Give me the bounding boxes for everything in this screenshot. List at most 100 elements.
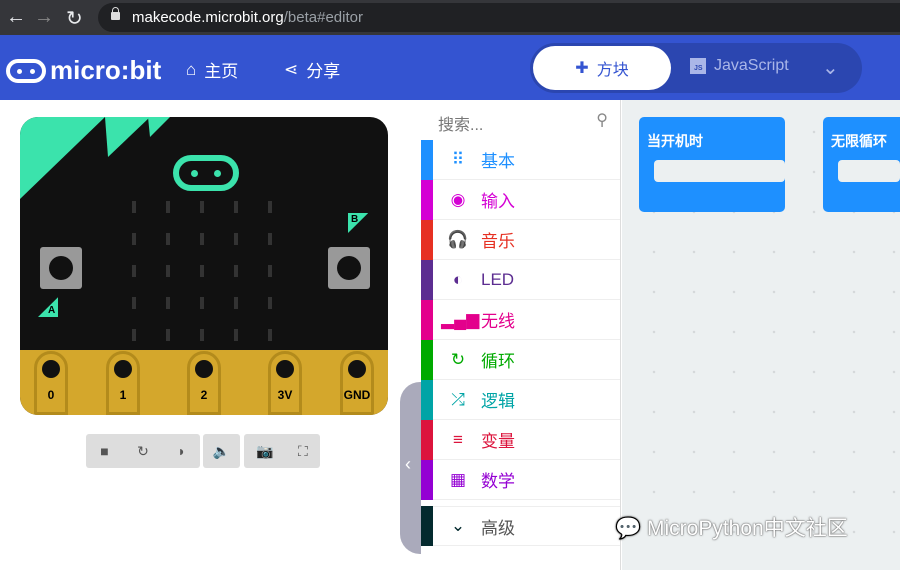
pin-label: 2 xyxy=(200,388,208,402)
category-icon: ▂▄▆ xyxy=(441,309,480,329)
block-notch xyxy=(838,160,900,182)
pin-gnd[interactable]: GND xyxy=(340,351,374,415)
led xyxy=(166,297,170,309)
category-color-bar xyxy=(421,506,433,546)
led-matrix xyxy=(132,201,272,341)
fullscreen-icon[interactable]: ⛶ xyxy=(298,443,308,460)
led xyxy=(234,233,238,245)
category-3[interactable]: ◐ LED xyxy=(421,259,620,300)
category-label: 高级 xyxy=(481,518,515,538)
led xyxy=(132,201,136,213)
category-4[interactable]: ▂▄▆ 无线 xyxy=(421,299,620,340)
watermark-text: MicroPython中文社区 xyxy=(647,517,848,540)
led xyxy=(268,201,272,213)
reload-icon[interactable]: ↻ xyxy=(66,6,83,31)
pin-1[interactable]: 1 xyxy=(106,351,140,415)
category-2[interactable]: 🎧 音乐 xyxy=(421,219,620,260)
led xyxy=(234,201,238,213)
home-icon: ⌂ xyxy=(186,59,197,79)
category-0[interactable]: ⠿ 基本 xyxy=(421,139,620,180)
tab-js-label: JavaScript xyxy=(714,57,789,74)
mute-button[interactable]: 🔈 xyxy=(203,434,240,468)
category-icon: ↻ xyxy=(450,349,466,369)
block-on-start[interactable]: 当开机时 xyxy=(639,117,785,212)
led xyxy=(132,297,136,309)
category-7[interactable]: ≡ 变量 xyxy=(421,419,620,460)
led xyxy=(166,265,170,277)
button-b[interactable] xyxy=(328,247,370,289)
collapse-simulator-button[interactable]: ‹ xyxy=(400,382,422,554)
back-icon[interactable]: ← xyxy=(6,6,26,29)
category-color-bar xyxy=(421,179,433,220)
category-6[interactable]: ⤮ 逻辑 xyxy=(421,379,620,420)
category-5[interactable]: ↻ 循环 xyxy=(421,339,620,380)
category-color-bar xyxy=(421,379,433,420)
led xyxy=(200,297,204,309)
led xyxy=(200,233,204,245)
led xyxy=(132,233,136,245)
led xyxy=(200,329,204,341)
pin-2[interactable]: 2 xyxy=(187,351,221,415)
tab-blocks[interactable]: ✚ 方块 xyxy=(533,46,671,90)
chevron-down-icon[interactable]: ⌄ xyxy=(822,55,839,80)
led xyxy=(200,201,204,213)
block-label: 当开机时 xyxy=(647,133,703,149)
category-advanced[interactable]: ⌄ 高级 xyxy=(421,506,620,546)
pin-label: 3V xyxy=(277,388,293,402)
led xyxy=(268,329,272,341)
stop-icon[interactable]: ■ xyxy=(100,443,108,459)
url-path: /beta#editor xyxy=(283,9,363,26)
home-button[interactable]: ⌂ 主页 xyxy=(186,57,238,82)
wechat-icon: 💬 xyxy=(615,517,642,540)
screenshot-icon[interactable]: 📷 xyxy=(256,443,273,460)
category-icon: ⤮ xyxy=(451,389,465,409)
led xyxy=(132,265,136,277)
category-icon: 🎧 xyxy=(447,229,469,249)
led xyxy=(234,265,238,277)
tab-javascript[interactable]: JS JavaScript xyxy=(690,57,789,75)
category-color-bar xyxy=(421,419,433,460)
share-button[interactable]: ⋖ 分享 xyxy=(284,57,340,82)
js-icon: JS xyxy=(690,58,706,74)
button-a[interactable] xyxy=(40,247,82,289)
led xyxy=(268,265,272,277)
tab-blocks-label: 方块 xyxy=(596,62,629,79)
category-color-bar xyxy=(421,299,433,340)
slowmo-icon[interactable]: ◗ xyxy=(177,443,185,459)
search-placeholder: 搜索... xyxy=(438,117,484,134)
category-color-bar xyxy=(421,459,433,500)
forward-icon[interactable]: → xyxy=(34,6,54,29)
category-icon: ◉ xyxy=(450,189,466,209)
sim-controls: ■ ↻ ◗ xyxy=(86,434,200,468)
restart-icon[interactable]: ↻ xyxy=(137,443,149,460)
sound-icon: 🔈 xyxy=(212,442,231,459)
search-input[interactable]: 搜索... ⚲ xyxy=(421,100,620,140)
category-color-bar xyxy=(421,219,433,260)
browser-bar: ← → ↻ makecode.microbit.org/beta#editor xyxy=(0,0,900,35)
logo-text: micro:bit xyxy=(50,55,162,85)
category-icon: ≡ xyxy=(453,429,463,449)
category-color-bar xyxy=(421,139,433,180)
toolbox: 搜索... ⚲ ⠿ 基本 ◉ 输入 🎧 音乐 ◐ LED ▂▄▆ 无线 ↻ 循环 ⤮ 逻辑 ≡ 变量 ▦ 数学 ⌄ 高… xyxy=(421,100,621,570)
category-label: 无线 xyxy=(481,312,515,331)
category-icon: ⠿ xyxy=(451,149,465,169)
category-label: 数学 xyxy=(481,472,515,491)
address-bar[interactable]: makecode.microbit.org/beta#editor xyxy=(98,3,900,32)
category-label: LED xyxy=(481,269,515,289)
chevron-down-icon: ⌄ xyxy=(450,516,466,535)
blocks-workspace[interactable]: 当开机时 无限循环 xyxy=(622,100,900,570)
category-icon: ◐ xyxy=(452,269,464,289)
category-8[interactable]: ▦ 数学 xyxy=(421,459,620,500)
pin-0[interactable]: 0 xyxy=(34,351,68,415)
microbit-logo[interactable]: micro:bit xyxy=(6,55,161,86)
microbit-simulator[interactable]: A B 0 1 2 3V GND xyxy=(20,117,388,415)
pin-3v[interactable]: 3V xyxy=(268,351,302,415)
pin-label: GND xyxy=(343,388,371,402)
category-1[interactable]: ◉ 输入 xyxy=(421,179,620,220)
share-label: 分享 xyxy=(306,62,341,81)
app-header: micro:bit ⌂ 主页 ⋖ 分享 ✚ 方块 JS JavaScript ⌄ xyxy=(0,35,900,100)
search-icon[interactable]: ⚲ xyxy=(596,110,608,130)
led xyxy=(166,233,170,245)
puzzle-icon: ✚ xyxy=(575,60,589,77)
block-forever[interactable]: 无限循环 xyxy=(823,117,900,212)
